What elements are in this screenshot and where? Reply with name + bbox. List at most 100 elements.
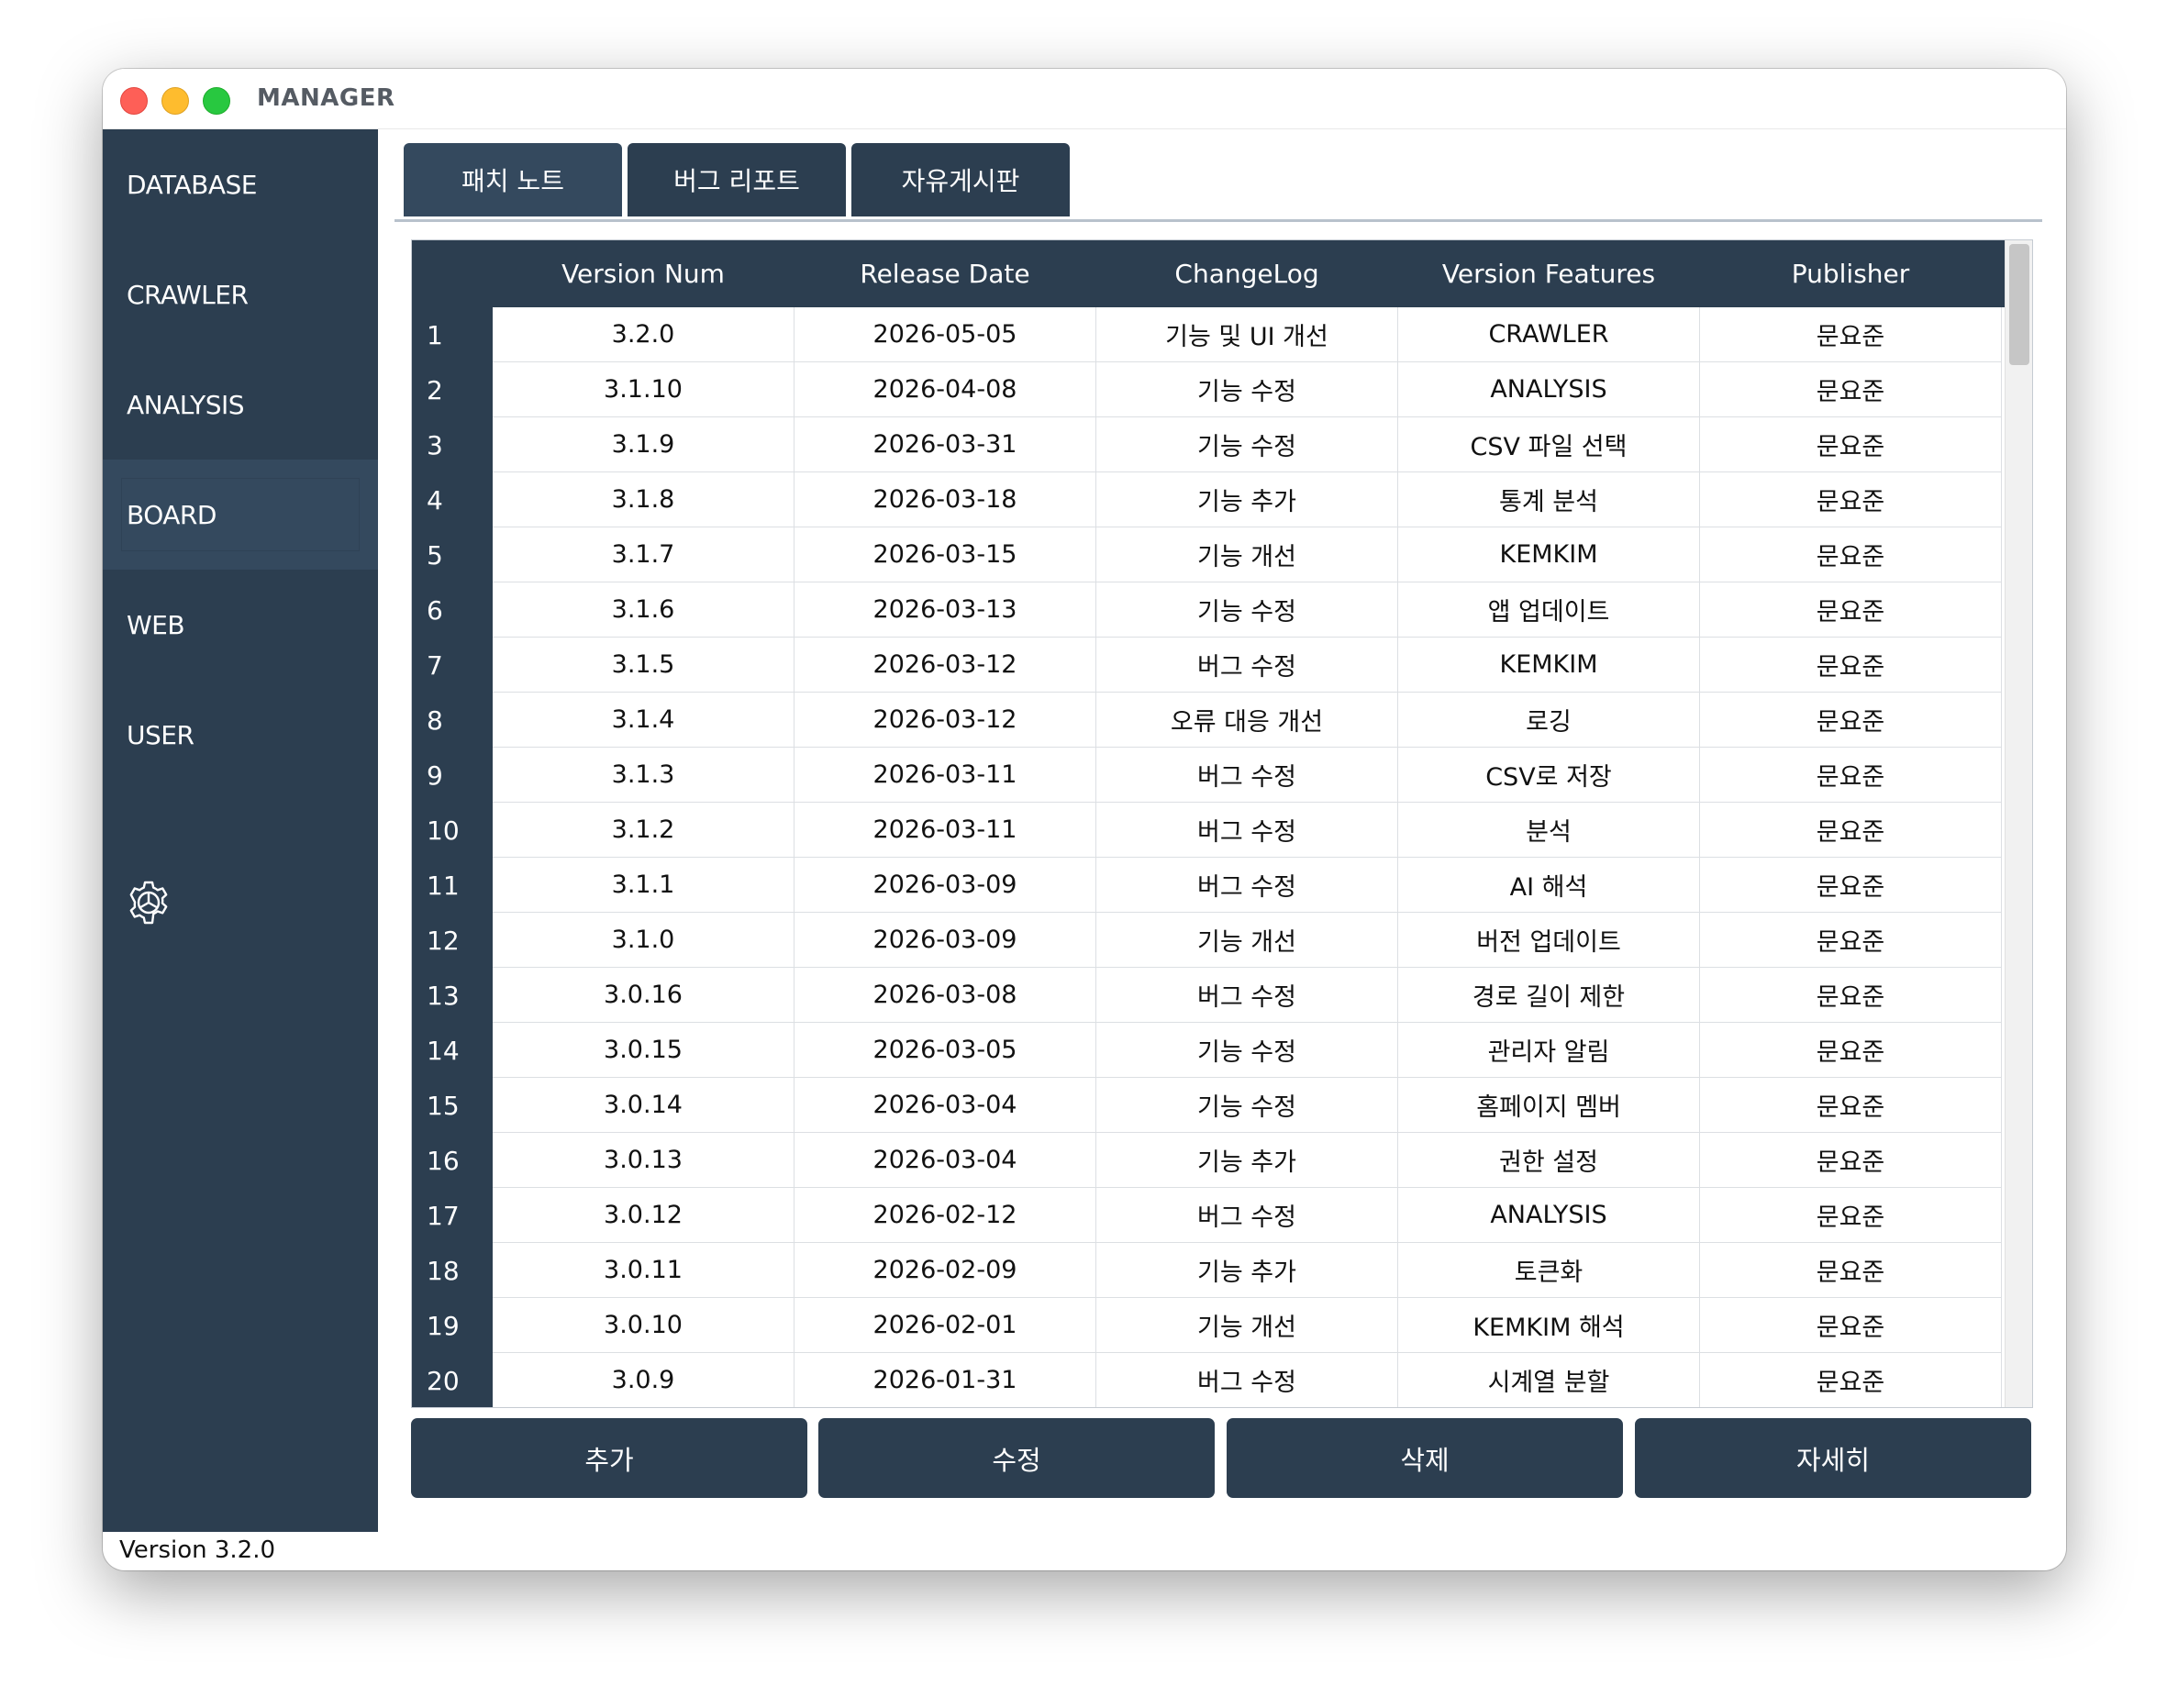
edit-button[interactable]: 수정 (818, 1418, 1215, 1498)
row-number[interactable]: 12 (427, 913, 460, 968)
sidebar-item-analysis[interactable]: ANALYSIS (103, 349, 378, 460)
table-cell[interactable]: 2026-02-12 (795, 1188, 1096, 1243)
table-cell[interactable]: 3.1.5 (493, 638, 795, 693)
table-cell[interactable]: 문요준 (1700, 1023, 2002, 1078)
table-scrollbar[interactable] (2005, 240, 2032, 1407)
tab-patch-notes[interactable]: 패치 노트 (404, 143, 622, 216)
table-cell[interactable]: ANALYSIS (1398, 362, 1700, 417)
table-cell[interactable]: 3.1.8 (493, 472, 795, 527)
table-cell[interactable]: 문요준 (1700, 693, 2002, 748)
table-cell[interactable]: 문요준 (1700, 527, 2002, 582)
table-row[interactable]: 14 3.0.15 2026-03-05 기능 수정 관리자 알림 문요준 (412, 1023, 2005, 1078)
table-cell[interactable]: 문요준 (1700, 1188, 2002, 1243)
table-row[interactable]: 16 3.0.13 2026-03-04 기능 추가 권한 설정 문요준 (412, 1133, 2005, 1188)
table-cell[interactable]: CRAWLER (1398, 307, 1700, 362)
table-cell[interactable]: 문요준 (1700, 858, 2002, 913)
table-cell[interactable]: 2026-03-04 (795, 1133, 1096, 1188)
table-row[interactable]: 6 3.1.6 2026-03-13 기능 수정 앱 업데이트 문요준 (412, 582, 2005, 638)
table-row[interactable]: 5 3.1.7 2026-03-15 기능 개선 KEMKIM 문요준 (412, 527, 2005, 582)
table-row[interactable]: 3 3.1.9 2026-03-31 기능 수정 CSV 파일 선택 문요준 (412, 417, 2005, 472)
table-row[interactable]: 15 3.0.14 2026-03-04 기능 수정 홈페이지 멤버 문요준 (412, 1078, 2005, 1133)
table-cell[interactable]: 2026-03-13 (795, 582, 1096, 638)
table-cell[interactable]: 2026-04-08 (795, 362, 1096, 417)
table-cell[interactable]: 2026-03-18 (795, 472, 1096, 527)
table-row[interactable]: 4 3.1.8 2026-03-18 기능 추가 통계 분석 문요준 (412, 472, 2005, 527)
close-window-button[interactable] (120, 87, 148, 115)
table-cell[interactable]: 문요준 (1700, 1133, 2002, 1188)
table-cell[interactable]: 문요준 (1700, 582, 2002, 638)
table-cell[interactable]: 2026-03-05 (795, 1023, 1096, 1078)
maximize-window-button[interactable] (203, 87, 230, 115)
table-cell[interactable]: 통계 분석 (1398, 472, 1700, 527)
table-row[interactable]: 1 3.2.0 2026-05-05 기능 및 UI 개선 CRAWLER 문요준 (412, 307, 2005, 362)
table-cell[interactable]: 2026-01-31 (795, 1353, 1096, 1407)
table-cell[interactable]: 문요준 (1700, 748, 2002, 803)
table-cell[interactable]: ANALYSIS (1398, 1188, 1700, 1243)
table-cell[interactable]: 2026-03-12 (795, 638, 1096, 693)
table-cell[interactable]: 버그 수정 (1096, 638, 1398, 693)
table-cell[interactable]: 기능 추가 (1096, 472, 1398, 527)
table-cell[interactable]: 권한 설정 (1398, 1133, 1700, 1188)
sidebar-item-crawler[interactable]: CRAWLER (103, 239, 378, 349)
table-cell[interactable]: 3.0.10 (493, 1298, 795, 1353)
table-row[interactable]: 7 3.1.5 2026-03-12 버그 수정 KEMKIM 문요준 (412, 638, 2005, 693)
table-cell[interactable]: 3.0.13 (493, 1133, 795, 1188)
table-cell[interactable]: 문요준 (1700, 362, 2002, 417)
table-cell[interactable]: 경로 길이 제한 (1398, 968, 1700, 1023)
row-number[interactable]: 16 (427, 1133, 460, 1188)
table-cell[interactable]: 홈페이지 멤버 (1398, 1078, 1700, 1133)
table-cell[interactable]: 버그 수정 (1096, 803, 1398, 858)
sidebar-item-board[interactable]: BOARD (103, 460, 378, 570)
table-cell[interactable]: 버그 수정 (1096, 858, 1398, 913)
row-number[interactable]: 20 (427, 1353, 460, 1407)
table-cell[interactable]: 기능 추가 (1096, 1243, 1398, 1298)
table-row[interactable]: 19 3.0.10 2026-02-01 기능 개선 KEMKIM 해석 문요준 (412, 1298, 2005, 1353)
row-number[interactable]: 19 (427, 1298, 460, 1353)
table-cell[interactable]: 문요준 (1700, 417, 2002, 472)
table-cell[interactable]: 문요준 (1700, 1353, 2002, 1407)
table-cell[interactable]: 버그 수정 (1096, 1353, 1398, 1407)
table-cell[interactable]: 앱 업데이트 (1398, 582, 1700, 638)
row-number[interactable]: 11 (427, 858, 460, 913)
table-cell[interactable]: 문요준 (1700, 1243, 2002, 1298)
table-cell[interactable]: 문요준 (1700, 968, 2002, 1023)
column-header-version-features[interactable]: Version Features (1398, 240, 1699, 307)
column-header-publisher[interactable]: Publisher (1700, 240, 2001, 307)
table-cell[interactable]: KEMKIM (1398, 527, 1700, 582)
minimize-window-button[interactable] (161, 87, 189, 115)
table-cell[interactable]: 문요준 (1700, 472, 2002, 527)
table-cell[interactable]: 2026-03-09 (795, 858, 1096, 913)
table-cell[interactable]: 버전 업데이트 (1398, 913, 1700, 968)
table-cell[interactable]: 로깅 (1398, 693, 1700, 748)
row-number[interactable]: 7 (427, 638, 443, 693)
table-cell[interactable]: 기능 수정 (1096, 582, 1398, 638)
table-row[interactable]: 2 3.1.10 2026-04-08 기능 수정 ANALYSIS 문요준 (412, 362, 2005, 417)
table-cell[interactable]: 기능 개선 (1096, 913, 1398, 968)
table-cell[interactable]: AI 해석 (1398, 858, 1700, 913)
sidebar-item-web[interactable]: WEB (103, 570, 378, 680)
column-header-changelog[interactable]: ChangeLog (1096, 240, 1397, 307)
row-number[interactable]: 1 (427, 307, 443, 362)
table-cell[interactable]: 2026-03-12 (795, 693, 1096, 748)
table-cell[interactable]: 2026-03-08 (795, 968, 1096, 1023)
table-row[interactable]: 11 3.1.1 2026-03-09 버그 수정 AI 해석 문요준 (412, 858, 2005, 913)
table-cell[interactable]: 2026-03-09 (795, 913, 1096, 968)
row-number[interactable]: 8 (427, 693, 443, 748)
table-cell[interactable]: 3.1.7 (493, 527, 795, 582)
column-header-version-num[interactable]: Version Num (493, 240, 794, 307)
gear-icon[interactable] (126, 880, 172, 926)
row-number[interactable]: 17 (427, 1188, 460, 1243)
table-cell[interactable]: 버그 수정 (1096, 1188, 1398, 1243)
table-row[interactable]: 10 3.1.2 2026-03-11 버그 수정 분석 문요준 (412, 803, 2005, 858)
table-cell[interactable]: 3.0.11 (493, 1243, 795, 1298)
table-cell[interactable]: 3.1.0 (493, 913, 795, 968)
table-cell[interactable]: 기능 수정 (1096, 362, 1398, 417)
table-cell[interactable]: 버그 수정 (1096, 968, 1398, 1023)
table-cell[interactable]: 3.0.14 (493, 1078, 795, 1133)
row-number[interactable]: 5 (427, 527, 443, 582)
table-cell[interactable]: 시계열 분할 (1398, 1353, 1700, 1407)
table-cell[interactable]: 기능 수정 (1096, 1023, 1398, 1078)
table-cell[interactable]: CSV 파일 선택 (1398, 417, 1700, 472)
row-number[interactable]: 13 (427, 968, 460, 1023)
table-cell[interactable]: 2026-03-04 (795, 1078, 1096, 1133)
